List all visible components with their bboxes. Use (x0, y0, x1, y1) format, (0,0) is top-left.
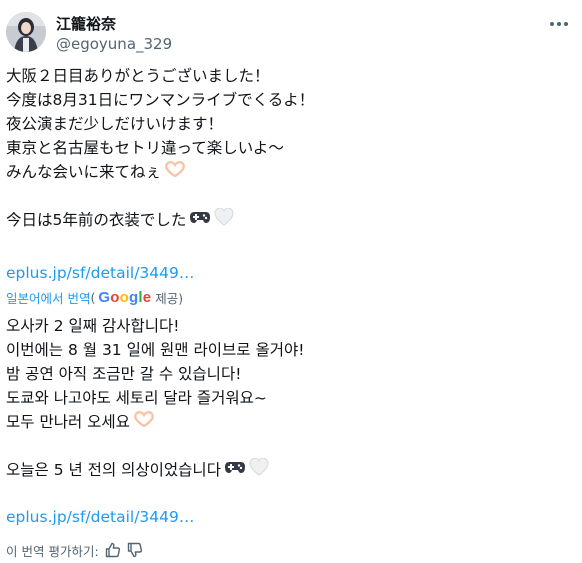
display-name[interactable]: 江籠裕奈 (56, 13, 116, 34)
rate-translation-label: 이 번역 평가하기: (6, 543, 99, 559)
text-line: みんな会いに来てねぇ (6, 163, 162, 181)
text-line: 今度は8月31日にワンマンライブでくるよ！ (6, 91, 315, 109)
heart-hands-icon (164, 160, 186, 184)
translated-from-label[interactable]: 일본어에서 번역 (6, 288, 90, 307)
text-line-with-emoji: 모두 만나러 오세요 (6, 410, 566, 434)
text-line: 今日は5年前の衣装でした (6, 211, 187, 229)
white-heart-icon (249, 456, 269, 483)
rate-translation: 이 번역 평가하기: (6, 541, 143, 559)
tweet-card: 江籠裕奈 @egoyuna_329 大阪２日目ありがとうございました！ 今度は8… (0, 0, 582, 563)
avatar[interactable] (6, 12, 46, 52)
text-line: 오늘은 5 년 전의 의상이었습니다 (6, 461, 221, 479)
text-line-with-emoji: 오늘은 5 년 전의 의상이었습니다 (6, 456, 566, 483)
text-line: 東京と名古屋もセトリ違って楽しいよ〜 (6, 139, 284, 157)
user-handle[interactable]: @egoyuna_329 (56, 35, 172, 53)
text-line: 이번에는 8 월 31 일에 원맨 라이브로 올거야! (6, 341, 305, 359)
text-line: 大阪２日目ありがとうございました！ (6, 67, 270, 85)
event-link[interactable]: eplus.jp/sf/detail/3449… (6, 508, 194, 526)
event-link[interactable]: eplus.jp/sf/detail/3449… (6, 264, 194, 282)
google-logo: Google (98, 288, 152, 306)
paren-open: ( (90, 289, 96, 305)
text-line-with-emoji: みんな会いに来てねぇ (6, 160, 566, 184)
text-line: 모두 만나러 오세요 (6, 413, 130, 431)
text-line: 오사카 2 일째 감사합니다! (6, 317, 180, 335)
text-line: 밤 공연 아직 조금만 갈 수 있습니다! (6, 365, 242, 383)
more-icon[interactable] (543, 12, 575, 36)
white-heart-icon (214, 206, 234, 233)
text-line-with-emoji: 今日は5年前の衣装でした (6, 206, 566, 233)
heart-hands-icon (133, 410, 155, 434)
thumbs-up-icon[interactable] (105, 542, 121, 558)
game-controller-icon (189, 208, 211, 232)
original-text: 大阪２日目ありがとうございました！ 今度は8月31日にワンマンライブでくるよ！ … (6, 64, 566, 232)
text-line: 夜公演まだ少しだけいけます！ (6, 115, 224, 133)
text-line: 도쿄와 나고야도 세토리 달라 즐거워요~ (6, 389, 267, 407)
thumbs-down-icon[interactable] (127, 542, 143, 558)
translated-text: 오사카 2 일째 감사합니다! 이번에는 8 월 31 일에 원맨 라이브로 올… (6, 314, 566, 482)
translation-attribution: 일본어에서 번역 ( Google 제공) (6, 287, 183, 307)
game-controller-icon (224, 458, 246, 482)
provided-by-label: 제공) (155, 290, 184, 306)
